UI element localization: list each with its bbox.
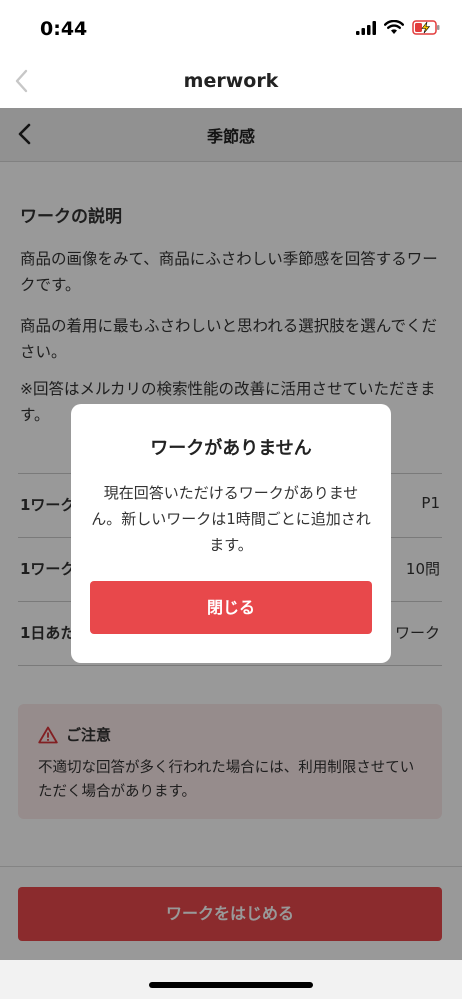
home-indicator[interactable] bbox=[149, 982, 313, 988]
battery-charging-icon bbox=[412, 20, 440, 35]
wifi-icon bbox=[384, 20, 404, 34]
dialog-title: ワークがありません bbox=[150, 438, 312, 459]
close-button[interactable]: 閉じる bbox=[90, 581, 372, 634]
status-icons bbox=[356, 20, 440, 35]
app-title: merwork bbox=[183, 70, 279, 92]
status-time: 0:44 bbox=[40, 18, 88, 40]
cellular-signal-icon bbox=[356, 20, 376, 35]
status-bar: 0:44 bbox=[0, 0, 462, 56]
no-work-dialog: ワークがありません 現在回答いただけるワークがありません。新しいワークは1時間ご… bbox=[71, 404, 391, 663]
home-indicator-area bbox=[0, 960, 462, 999]
dialog-message: 現在回答いただけるワークがありません。新しいワークは1時間ごとに追加されます。 bbox=[91, 484, 371, 554]
app-header: merwork bbox=[0, 56, 462, 108]
